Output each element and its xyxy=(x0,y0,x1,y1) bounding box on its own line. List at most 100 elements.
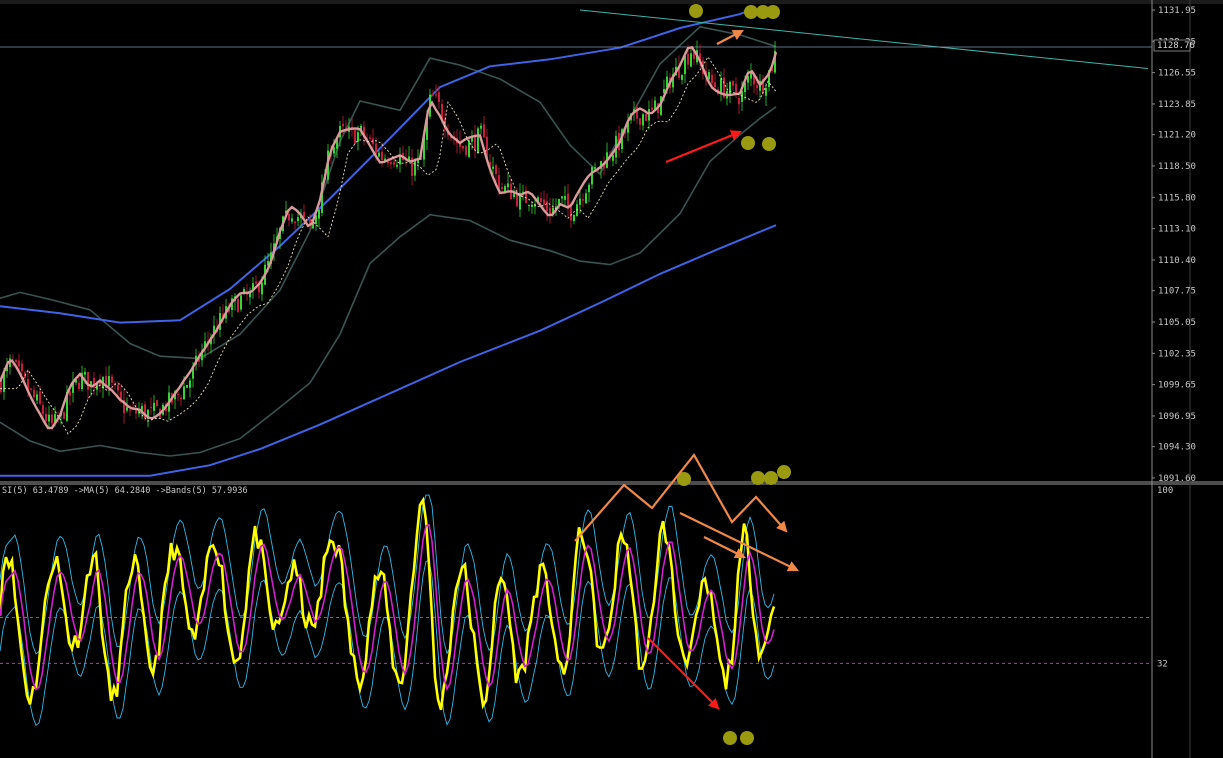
candle-body xyxy=(117,384,119,391)
candle-body xyxy=(438,92,440,103)
candle-body xyxy=(507,183,509,188)
candle-body xyxy=(564,196,566,200)
candle-body xyxy=(255,281,257,284)
candle-body xyxy=(588,184,590,193)
candle-body xyxy=(294,221,296,224)
red-up-arrow-price xyxy=(665,130,743,164)
candle-body xyxy=(354,129,356,144)
candle-body xyxy=(561,196,563,199)
candle-body xyxy=(45,413,47,422)
candle-body xyxy=(369,137,371,139)
candle-body xyxy=(531,204,533,207)
candle-body xyxy=(546,201,548,211)
candle-body xyxy=(177,393,179,395)
candle-body xyxy=(612,155,614,161)
candle-body xyxy=(15,359,17,362)
candle-body xyxy=(765,87,767,96)
candle-body xyxy=(591,167,593,185)
candle-body xyxy=(39,391,41,404)
candle-body xyxy=(681,74,683,80)
candle-body xyxy=(543,199,545,205)
highlight-dot-marker xyxy=(751,471,765,485)
candle-body xyxy=(573,214,575,222)
fast-moving-average-line xyxy=(0,45,778,430)
candle-body xyxy=(492,166,494,169)
candle-body xyxy=(585,193,587,204)
candle-body xyxy=(639,118,641,125)
price-axis: 1131.951129.251126.551123.851121.201118.… xyxy=(1151,0,1196,758)
candles xyxy=(0,40,776,431)
price-tick-label: 1113.10 xyxy=(1158,225,1196,235)
candle-body xyxy=(714,82,716,88)
highlight-dot-marker xyxy=(762,137,776,151)
orange-short-arrow xyxy=(703,536,746,558)
highlight-dot-marker xyxy=(723,731,737,745)
candle-body xyxy=(393,161,395,165)
chart-canvas: 1131.951129.251126.551123.851121.201118.… xyxy=(0,0,1223,758)
price-tick-label: 1110.40 xyxy=(1158,256,1196,266)
price-tick-label: 1105.05 xyxy=(1158,318,1196,328)
candle-body xyxy=(342,123,344,127)
candle-body xyxy=(42,405,44,415)
candle-body xyxy=(240,295,242,310)
orange-zigzag-arrow xyxy=(574,453,788,542)
candle-body xyxy=(480,125,482,129)
long-moving-average-line xyxy=(0,224,777,477)
candle-body xyxy=(462,145,464,149)
candle-body xyxy=(357,132,359,142)
candle-body xyxy=(642,114,644,126)
candle-body xyxy=(84,371,86,375)
candle-body xyxy=(378,152,380,157)
price-tick-label: 1118.50 xyxy=(1158,162,1196,172)
oscillator-tick-label: 32 xyxy=(1157,659,1168,669)
highlight-dot-marker xyxy=(764,471,778,485)
highlight-dot-marker xyxy=(744,5,758,19)
slow-moving-average-dotted-line xyxy=(0,56,777,435)
candle-body xyxy=(414,160,416,176)
candle-body xyxy=(186,384,188,388)
candle-body xyxy=(33,389,35,398)
candle-body xyxy=(732,81,734,86)
candle-body xyxy=(594,167,596,169)
candle-body xyxy=(303,211,305,217)
candle-body xyxy=(711,74,713,84)
candle-body xyxy=(396,164,398,167)
candle-body xyxy=(111,376,113,383)
candle-body xyxy=(756,85,758,88)
candle-body xyxy=(69,391,71,396)
candle-body xyxy=(180,397,182,400)
price-tick-label: 1102.35 xyxy=(1158,349,1196,359)
candle-body xyxy=(720,78,722,93)
candle-body xyxy=(708,72,710,80)
price-tick-label: 1091.60 xyxy=(1158,474,1196,484)
candle-body xyxy=(684,56,686,75)
middle-moving-average-line xyxy=(0,9,751,324)
candle-body xyxy=(570,205,572,221)
candle-body xyxy=(87,371,89,390)
candle-body xyxy=(540,197,542,203)
candle-body xyxy=(183,386,185,400)
candle-body xyxy=(465,146,467,155)
candle-body xyxy=(297,217,299,221)
candle-body xyxy=(381,151,383,161)
oscillator-tick-label: 100 xyxy=(1157,486,1173,496)
candle-body xyxy=(129,409,131,411)
price-tick-label: 1107.75 xyxy=(1158,287,1196,297)
candle-body xyxy=(468,140,470,157)
price-tick-label: 1115.80 xyxy=(1158,193,1196,203)
candle-body xyxy=(36,394,38,401)
candle-body xyxy=(435,94,437,96)
candle-body xyxy=(153,402,155,411)
price-tick-label: 1126.55 xyxy=(1158,69,1196,79)
current-price-label: 1128.76 xyxy=(1157,41,1195,51)
candle-body xyxy=(333,147,335,154)
candle-body xyxy=(687,53,689,65)
highlight-dot-marker xyxy=(766,5,780,19)
candle-body xyxy=(78,382,80,389)
highlight-dot-marker xyxy=(777,465,791,479)
indicator-label: SI(5) 63.4789 ->MA(5) 64.2840 ->Bands(5)… xyxy=(2,486,248,496)
candle-body xyxy=(750,72,752,79)
candle-body xyxy=(150,406,152,408)
oscillator-upper-band xyxy=(0,494,775,655)
price-tick-label: 1094.30 xyxy=(1158,443,1196,453)
